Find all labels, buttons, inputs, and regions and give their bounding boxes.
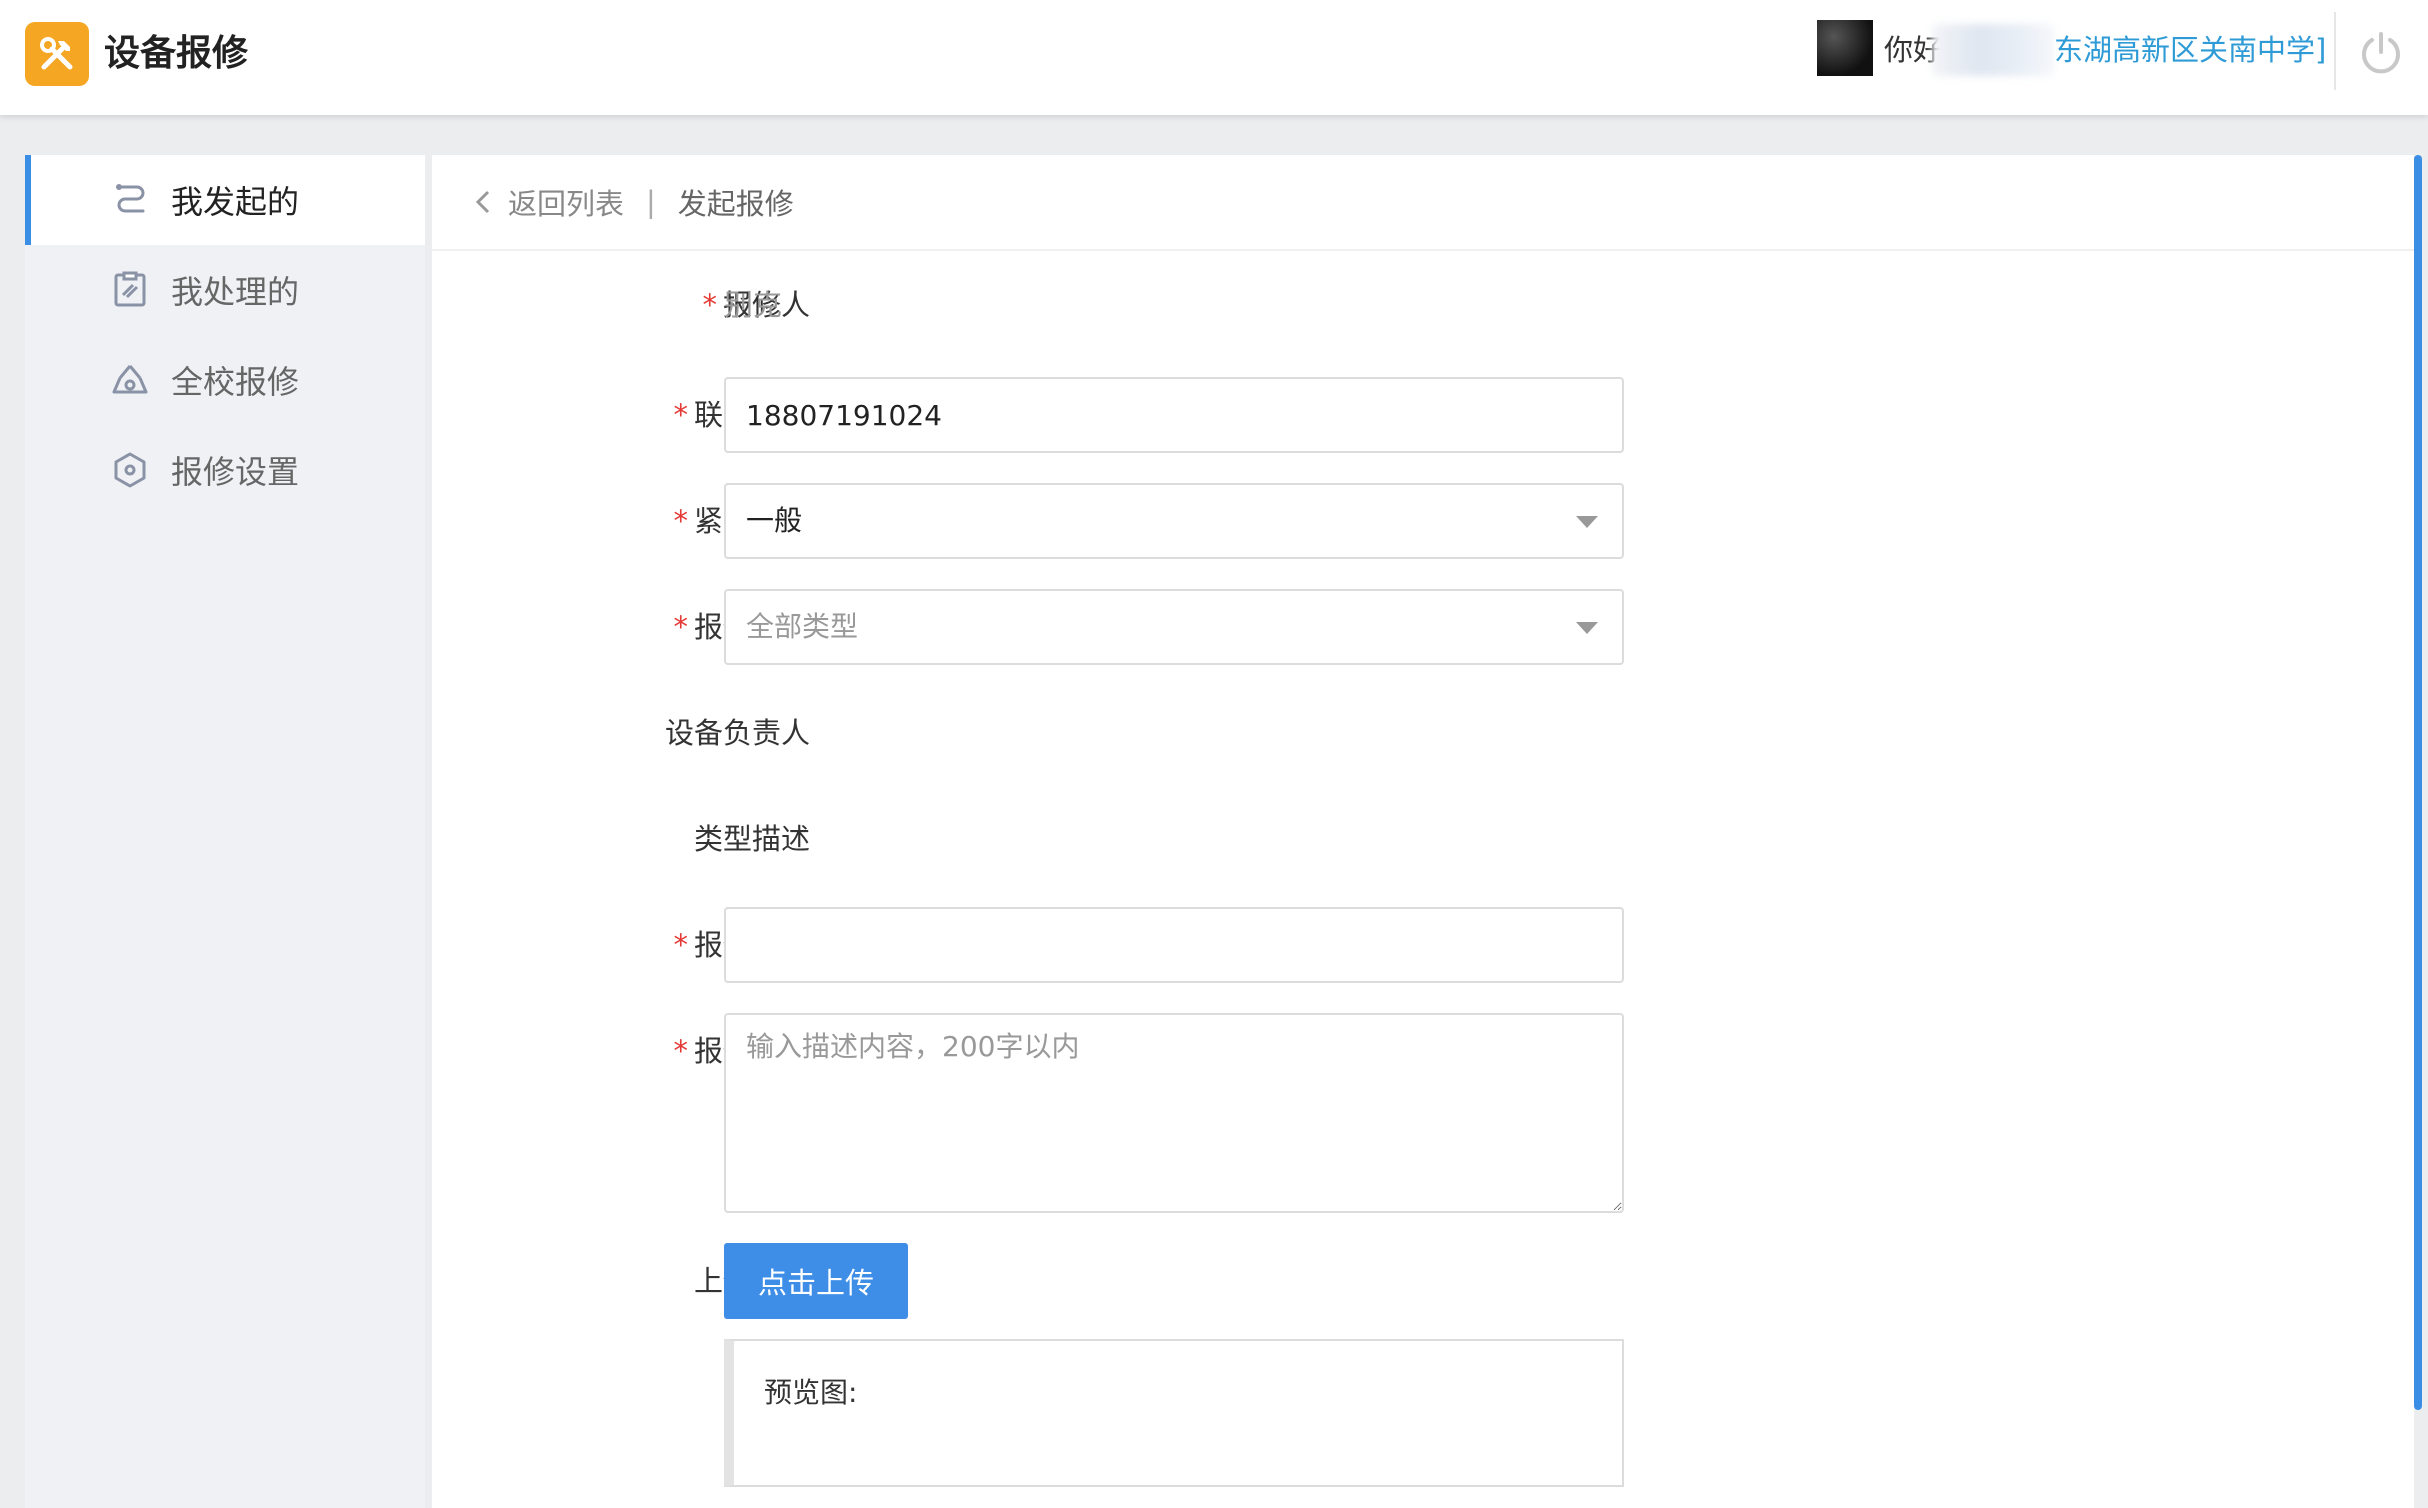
caret-down-icon xyxy=(1576,622,1598,634)
sidebar-item-my-initiated[interactable]: 我发起的 xyxy=(25,155,425,245)
redacted-username xyxy=(1932,24,2054,76)
back-to-list-link[interactable]: 返回列表 xyxy=(472,181,624,223)
school-name[interactable]: 东湖高新区关南中学] xyxy=(2054,30,2326,70)
owner-label: 设备负责人 xyxy=(664,716,810,750)
description-textarea[interactable] xyxy=(724,1013,1624,1213)
required-mark: * xyxy=(673,928,688,962)
sidebar-item-label: 我发起的 xyxy=(171,183,300,221)
back-label: 返回列表 xyxy=(508,187,625,221)
required-mark: * xyxy=(673,504,688,538)
top-bar: 设备报修 你好 东湖高新区关南中学] xyxy=(0,0,2428,115)
reporter-value: 别克 xyxy=(724,288,783,322)
type-placeholder: 全部类型 xyxy=(746,610,859,643)
breadcrumb: 返回列表 | 发起报修 xyxy=(432,155,2414,251)
urgency-select[interactable]: 一般 xyxy=(724,483,1624,559)
route-icon xyxy=(116,184,145,213)
urgency-value: 一般 xyxy=(746,504,803,537)
sidebar-item-my-handled[interactable]: 我处理的 xyxy=(25,245,425,335)
wrench-hammer-icon xyxy=(40,37,73,70)
breadcrumb-separator: | xyxy=(646,185,656,219)
caret-down-icon xyxy=(1576,516,1598,528)
required-mark: * xyxy=(673,1034,688,1068)
preview-box: 预览图: xyxy=(724,1339,1624,1487)
required-mark: * xyxy=(673,398,688,432)
clipboard-icon xyxy=(114,271,146,307)
sidebar-item-repair-settings[interactable]: 报修设置 xyxy=(25,425,425,515)
chevron-left-icon xyxy=(475,190,490,214)
sidebar-item-label: 报修设置 xyxy=(171,453,300,491)
logout-button[interactable] xyxy=(2358,30,2404,76)
sidebar: 我发起的 我处理的 全校报修 报修设置 xyxy=(25,155,425,1508)
network-icon xyxy=(112,365,148,394)
app-logo xyxy=(25,22,89,86)
hexagon-settings-icon xyxy=(114,452,146,488)
preview-label: 预览图: xyxy=(764,1376,858,1409)
type-select[interactable]: 全部类型 xyxy=(724,589,1624,665)
divider xyxy=(2334,12,2336,90)
app-title: 设备报修 xyxy=(104,33,249,74)
main-panel: 返回列表 | 发起报修 *报修人 别克 *联系电话 *紧急程度 一般 *报修类型 xyxy=(432,155,2414,1508)
scrollbar[interactable] xyxy=(2414,155,2422,1410)
upload-button[interactable]: 点击上传 xyxy=(724,1243,908,1319)
location-field[interactable] xyxy=(724,907,1624,983)
breadcrumb-current: 发起报修 xyxy=(677,187,794,221)
avatar[interactable] xyxy=(1817,20,1873,76)
sidebar-item-label: 全校报修 xyxy=(171,363,300,401)
sidebar-item-label: 我处理的 xyxy=(171,273,300,311)
phone-field[interactable] xyxy=(724,377,1624,453)
required-mark: * xyxy=(702,288,717,322)
sidebar-item-school-repairs[interactable]: 全校报修 xyxy=(25,335,425,425)
required-mark: * xyxy=(673,610,688,644)
type-desc-label: 类型描述 xyxy=(693,822,810,856)
power-icon xyxy=(2362,32,2400,74)
